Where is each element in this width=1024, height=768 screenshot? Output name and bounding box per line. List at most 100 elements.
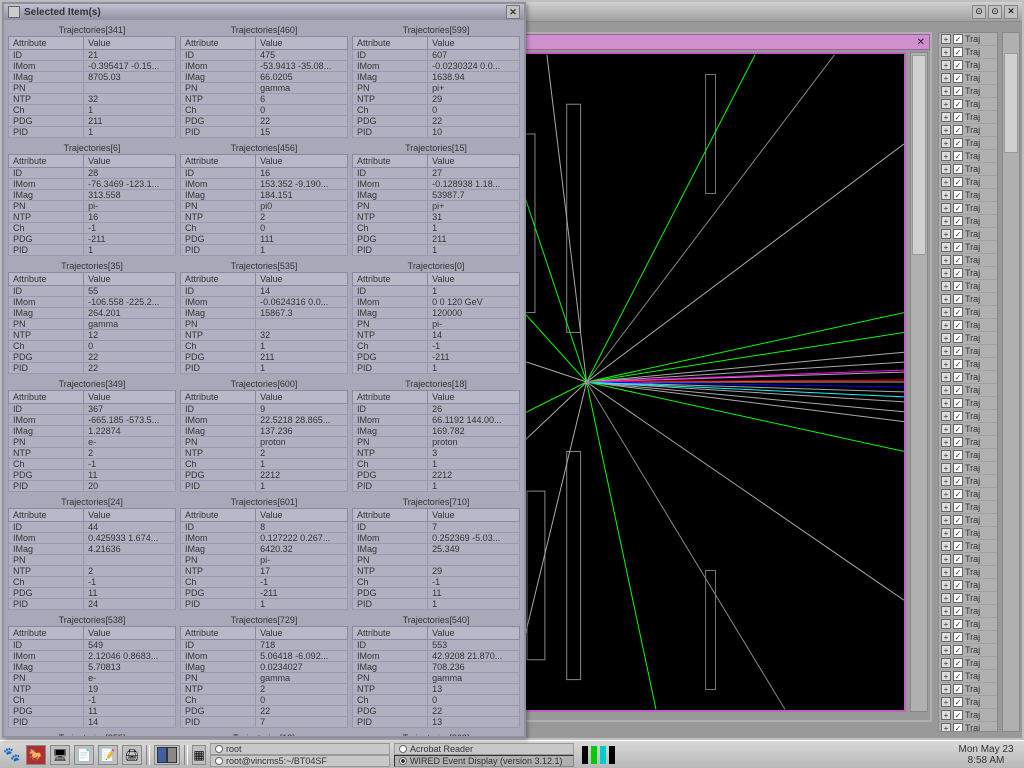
workspace-switcher[interactable] [154,745,180,765]
table-row[interactable]: Ch0 [181,223,348,234]
table-row[interactable]: IMag4.21636 [9,544,176,555]
col-attribute[interactable]: Attribute [181,155,256,168]
tree-item[interactable]: +✓Traj [939,202,997,215]
table-row[interactable]: PNe- [9,437,176,448]
tree-checkbox[interactable]: ✓ [953,268,963,278]
tree-checkbox[interactable]: ✓ [953,346,963,356]
tree-item[interactable]: +✓Traj [939,722,997,732]
col-value[interactable]: Value [428,509,520,522]
table-row[interactable]: PN [9,83,176,94]
tree-expand-icon[interactable]: + [941,359,951,369]
table-row[interactable]: PDG211 [9,116,176,127]
tree-item[interactable]: +✓Traj [939,696,997,709]
table-row[interactable]: IMom-0.128938 1.18... [353,179,520,190]
tree-expand-icon[interactable]: + [941,203,951,213]
table-row[interactable]: PN [353,555,520,566]
table-row[interactable]: Ch0 [181,105,348,116]
table-row[interactable]: Ch1 [353,223,520,234]
table-row[interactable]: Ch-1 [9,459,176,470]
tree-expand-icon[interactable]: + [941,151,951,161]
tree-checkbox[interactable]: ✓ [953,255,963,265]
tree-expand-icon[interactable]: + [941,632,951,642]
table-row[interactable]: Ch0 [353,105,520,116]
tree-checkbox[interactable]: ✓ [953,73,963,83]
task-root[interactable]: root [210,743,390,755]
tree-checkbox[interactable]: ✓ [953,112,963,122]
tree-expand-icon[interactable]: + [941,398,951,408]
table-row[interactable]: Ch-1 [353,341,520,352]
col-value[interactable]: Value [428,273,520,286]
table-row[interactable]: ID26 [353,404,520,415]
tree-expand-icon[interactable]: + [941,73,951,83]
tree-item[interactable]: +✓Traj [939,228,997,241]
tree-checkbox[interactable]: ✓ [953,671,963,681]
table-row[interactable]: Ch0 [353,695,520,706]
tree-checkbox[interactable]: ✓ [953,320,963,330]
tree-checkbox[interactable]: ✓ [953,229,963,239]
table-row[interactable]: ID28 [9,168,176,179]
table-row[interactable]: IMom-106.558 -225.2... [9,297,176,308]
tree-item[interactable]: +✓Traj [939,618,997,631]
col-attribute[interactable]: Attribute [353,155,428,168]
tree-item[interactable]: +✓Traj [939,345,997,358]
tree-item[interactable]: +✓Traj [939,332,997,345]
table-row[interactable]: PDG111 [181,234,348,245]
tree-expand-icon[interactable]: + [941,697,951,707]
tree-expand-icon[interactable]: + [941,34,951,44]
table-row[interactable]: IMag120000 [353,308,520,319]
table-row[interactable]: IMom153.352 -9.190... [181,179,348,190]
col-attribute[interactable]: Attribute [353,273,428,286]
event-close-icon[interactable]: ✕ [917,37,925,48]
tree-expand-icon[interactable]: + [941,567,951,577]
tree-item[interactable]: +✓Traj [939,436,997,449]
table-row[interactable]: ID553 [353,640,520,651]
tree-checkbox[interactable]: ✓ [953,541,963,551]
table-row[interactable]: ID16 [181,168,348,179]
table-row[interactable]: IMag184.151 [181,190,348,201]
tree-item[interactable]: +✓Traj [939,592,997,605]
col-value[interactable]: Value [256,391,348,404]
tree-item[interactable]: +✓Traj [939,72,997,85]
tree-checkbox[interactable]: ✓ [953,437,963,447]
table-row[interactable]: PDG22 [353,116,520,127]
tree-checkbox[interactable]: ✓ [953,710,963,720]
tree-item[interactable]: +✓Traj [939,85,997,98]
tray-indicator[interactable] [600,746,606,764]
tree-expand-icon[interactable]: + [941,164,951,174]
table-row[interactable]: PID1 [181,481,348,492]
col-attribute[interactable]: Attribute [9,391,84,404]
table-row[interactable]: IMag1638.94 [353,72,520,83]
table-row[interactable]: IMag169.782 [353,426,520,437]
tree-expand-icon[interactable]: + [941,229,951,239]
gnome-foot-icon[interactable]: 🐾 [2,745,22,765]
tree-expand-icon[interactable]: + [941,125,951,135]
col-attribute[interactable]: Attribute [353,391,428,404]
tree-checkbox[interactable]: ✓ [953,333,963,343]
tree-item[interactable]: +✓Traj [939,423,997,436]
table-row[interactable]: PID13 [353,717,520,728]
table-row[interactable]: IMag15867.3 [181,308,348,319]
table-row[interactable]: PNpi- [181,555,348,566]
table-row[interactable]: PDG22 [181,116,348,127]
col-attribute[interactable]: Attribute [181,273,256,286]
table-row[interactable]: PID1 [181,245,348,256]
table-row[interactable]: PNpi- [353,319,520,330]
tree-expand-icon[interactable]: + [941,281,951,291]
table-row[interactable]: PDG11 [9,588,176,599]
table-row[interactable]: PID24 [9,599,176,610]
tree-item[interactable]: +✓Traj [939,449,997,462]
tree-expand-icon[interactable]: + [941,424,951,434]
tree-item[interactable]: +✓Traj [939,241,997,254]
table-row[interactable]: IMom66.1192 144.00... [353,415,520,426]
tree-item[interactable]: +✓Traj [939,462,997,475]
tree-checkbox[interactable]: ✓ [953,684,963,694]
col-value[interactable]: Value [256,509,348,522]
tree-item[interactable]: +✓Traj [939,657,997,670]
tree-item[interactable]: +✓Traj [939,163,997,176]
tree-expand-icon[interactable]: + [941,320,951,330]
tree-expand-icon[interactable]: + [941,190,951,200]
col-value[interactable]: Value [84,391,176,404]
selected-close-button[interactable]: ✕ [506,5,520,19]
table-row[interactable]: PNpi- [9,201,176,212]
tree-expand-icon[interactable]: + [941,294,951,304]
